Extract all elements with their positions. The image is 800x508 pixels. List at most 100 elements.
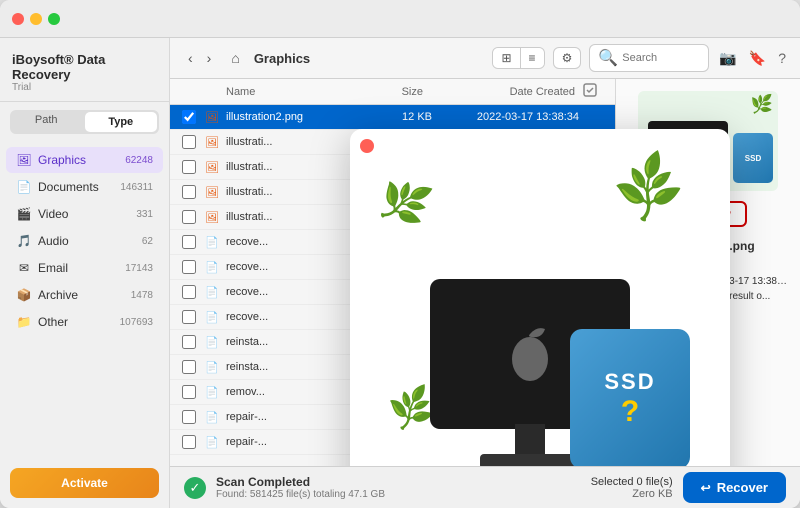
sidebar-item-video[interactable]: 🎬 Video 331 xyxy=(6,201,163,227)
scan-info: Scan Completed Found: 581425 file(s) tot… xyxy=(216,475,385,500)
sidebar-item-graphics[interactable]: 🖼 Graphics 62248 xyxy=(6,147,163,173)
file-checkbox[interactable] xyxy=(182,310,196,324)
leaf-1-icon: 🌿 xyxy=(607,147,690,229)
file-checkbox[interactable] xyxy=(182,410,196,424)
sidebar-item-email[interactable]: ✉ Email 17143 xyxy=(6,255,163,281)
toolbar: ‹ › ⌂ Graphics ⊞ ≡ ⚙ 🔍 📷 🔖 ? xyxy=(170,38,800,79)
video-icon: 🎬 xyxy=(16,206,32,222)
traffic-lights xyxy=(12,13,60,25)
toolbar-nav: ‹ › xyxy=(182,47,217,69)
tab-path[interactable]: Path xyxy=(10,110,83,134)
archive-icon: 📦 xyxy=(16,287,32,303)
minimize-button[interactable] xyxy=(30,13,42,25)
view-toggle: ⊞ ≡ xyxy=(492,47,544,69)
email-count: 17143 xyxy=(125,263,153,274)
search-input[interactable] xyxy=(622,52,702,64)
recover-button[interactable]: ↩ Recover xyxy=(683,472,786,503)
main-area: ‹ › ⌂ Graphics ⊞ ≡ ⚙ 🔍 📷 🔖 ? xyxy=(170,38,800,508)
file-checkbox[interactable] xyxy=(182,110,196,124)
bookmark-icon[interactable]: 🔖 xyxy=(747,48,768,69)
file-type-icon: 🖼 xyxy=(204,109,220,125)
email-icon: ✉ xyxy=(16,260,32,276)
leaf-decoration: 🌿 xyxy=(751,94,773,115)
file-name: illustrati... xyxy=(226,186,362,198)
selected-info: Selected 0 file(s) Zero KB xyxy=(591,476,673,500)
file-checkbox[interactable] xyxy=(182,435,196,449)
apple-logo-large-icon xyxy=(495,324,565,384)
audio-count: 62 xyxy=(142,236,153,247)
toolbar-right-icons: 📷 🔖 ? xyxy=(717,48,788,69)
grid-view-button[interactable]: ⊞ xyxy=(493,48,520,68)
file-checkbox[interactable] xyxy=(182,335,196,349)
maximize-button[interactable] xyxy=(48,13,60,25)
audio-icon: 🎵 xyxy=(16,233,32,249)
file-name: remov... xyxy=(226,386,362,398)
selected-size-label: Zero KB xyxy=(591,488,673,500)
forward-button[interactable]: › xyxy=(201,47,218,69)
file-area-wrapper: Name Size Date Created xyxy=(170,79,800,466)
file-name: illustrati... xyxy=(226,211,362,223)
file-checkbox[interactable] xyxy=(182,260,196,274)
selected-count-label: Selected 0 file(s) xyxy=(591,476,673,488)
filter-button[interactable]: ⚙ xyxy=(553,47,582,69)
archive-count: 1478 xyxy=(131,290,153,301)
other-label: Other xyxy=(38,315,120,329)
file-name: illustrati... xyxy=(226,161,362,173)
file-type-icon: 🖼 xyxy=(204,134,220,150)
video-count: 331 xyxy=(136,209,153,220)
save-column-header xyxy=(583,83,603,100)
sidebar-item-audio[interactable]: 🎵 Audio 62 xyxy=(6,228,163,254)
file-checkbox[interactable] xyxy=(182,160,196,174)
file-name: repair-... xyxy=(226,411,362,423)
file-checkbox[interactable] xyxy=(182,385,196,399)
date-column-header: Date Created xyxy=(423,86,583,98)
activate-button[interactable]: Activate xyxy=(10,468,159,498)
file-type-icon: 📄 xyxy=(204,384,220,400)
file-checkbox[interactable] xyxy=(182,185,196,199)
sidebar-item-archive[interactable]: 📦 Archive 1478 xyxy=(6,282,163,308)
sidebar-item-documents[interactable]: 📄 Documents 146311 xyxy=(6,174,163,200)
file-checkbox[interactable] xyxy=(182,285,196,299)
file-checkbox[interactable] xyxy=(182,135,196,149)
file-date: 2022-03-17 13:38:34 xyxy=(432,111,587,123)
sidebar-item-other[interactable]: 📁 Other 107693 xyxy=(6,309,163,335)
tab-type[interactable]: Type xyxy=(85,112,158,132)
file-name: recove... xyxy=(226,261,362,273)
status-bar: ✓ Scan Completed Found: 581425 file(s) t… xyxy=(170,466,800,508)
file-type-icon: 🖼 xyxy=(204,209,220,225)
documents-label: Documents xyxy=(38,180,120,194)
file-type-icon: 📄 xyxy=(204,259,220,275)
video-label: Video xyxy=(38,207,136,221)
close-button[interactable] xyxy=(12,13,24,25)
ssd-thumbnail: SSD xyxy=(733,133,773,183)
file-size: 12 KB xyxy=(362,111,432,123)
graphics-count: 62248 xyxy=(125,155,153,166)
search-icon: 🔍 xyxy=(598,48,618,68)
file-type-icon: 📄 xyxy=(204,434,220,450)
home-icon[interactable]: ⌂ xyxy=(225,47,245,69)
sidebar: iBoysoft® Data Recovery Trial Path Type … xyxy=(0,38,170,508)
back-button[interactable]: ‹ xyxy=(182,47,199,69)
other-icon: 📁 xyxy=(16,314,32,330)
file-type-icon: 📄 xyxy=(204,309,220,325)
scan-complete-label: Scan Completed xyxy=(216,475,385,489)
file-checkbox[interactable] xyxy=(182,360,196,374)
file-list-header: Name Size Date Created xyxy=(170,79,615,105)
scan-complete-icon: ✓ xyxy=(184,477,206,499)
file-name: reinsta... xyxy=(226,336,362,348)
file-type-icon: 📄 xyxy=(204,284,220,300)
sidebar-header: iBoysoft® Data Recovery Trial xyxy=(0,38,169,102)
list-view-button[interactable]: ≡ xyxy=(521,48,544,68)
file-checkbox[interactable] xyxy=(182,210,196,224)
file-type-icon: 🖼 xyxy=(204,184,220,200)
table-row[interactable]: 🖼 illustration2.png 12 KB 2022-03-17 13:… xyxy=(170,105,615,130)
documents-count: 146311 xyxy=(120,182,153,193)
file-type-icon: 📄 xyxy=(204,359,220,375)
graphics-icon: 🖼 xyxy=(16,152,32,168)
save-icon xyxy=(583,83,597,97)
camera-icon[interactable]: 📷 xyxy=(717,48,738,69)
graphics-label: Graphics xyxy=(38,153,125,167)
audio-label: Audio xyxy=(38,234,142,248)
file-checkbox[interactable] xyxy=(182,235,196,249)
help-icon[interactable]: ? xyxy=(776,48,788,69)
